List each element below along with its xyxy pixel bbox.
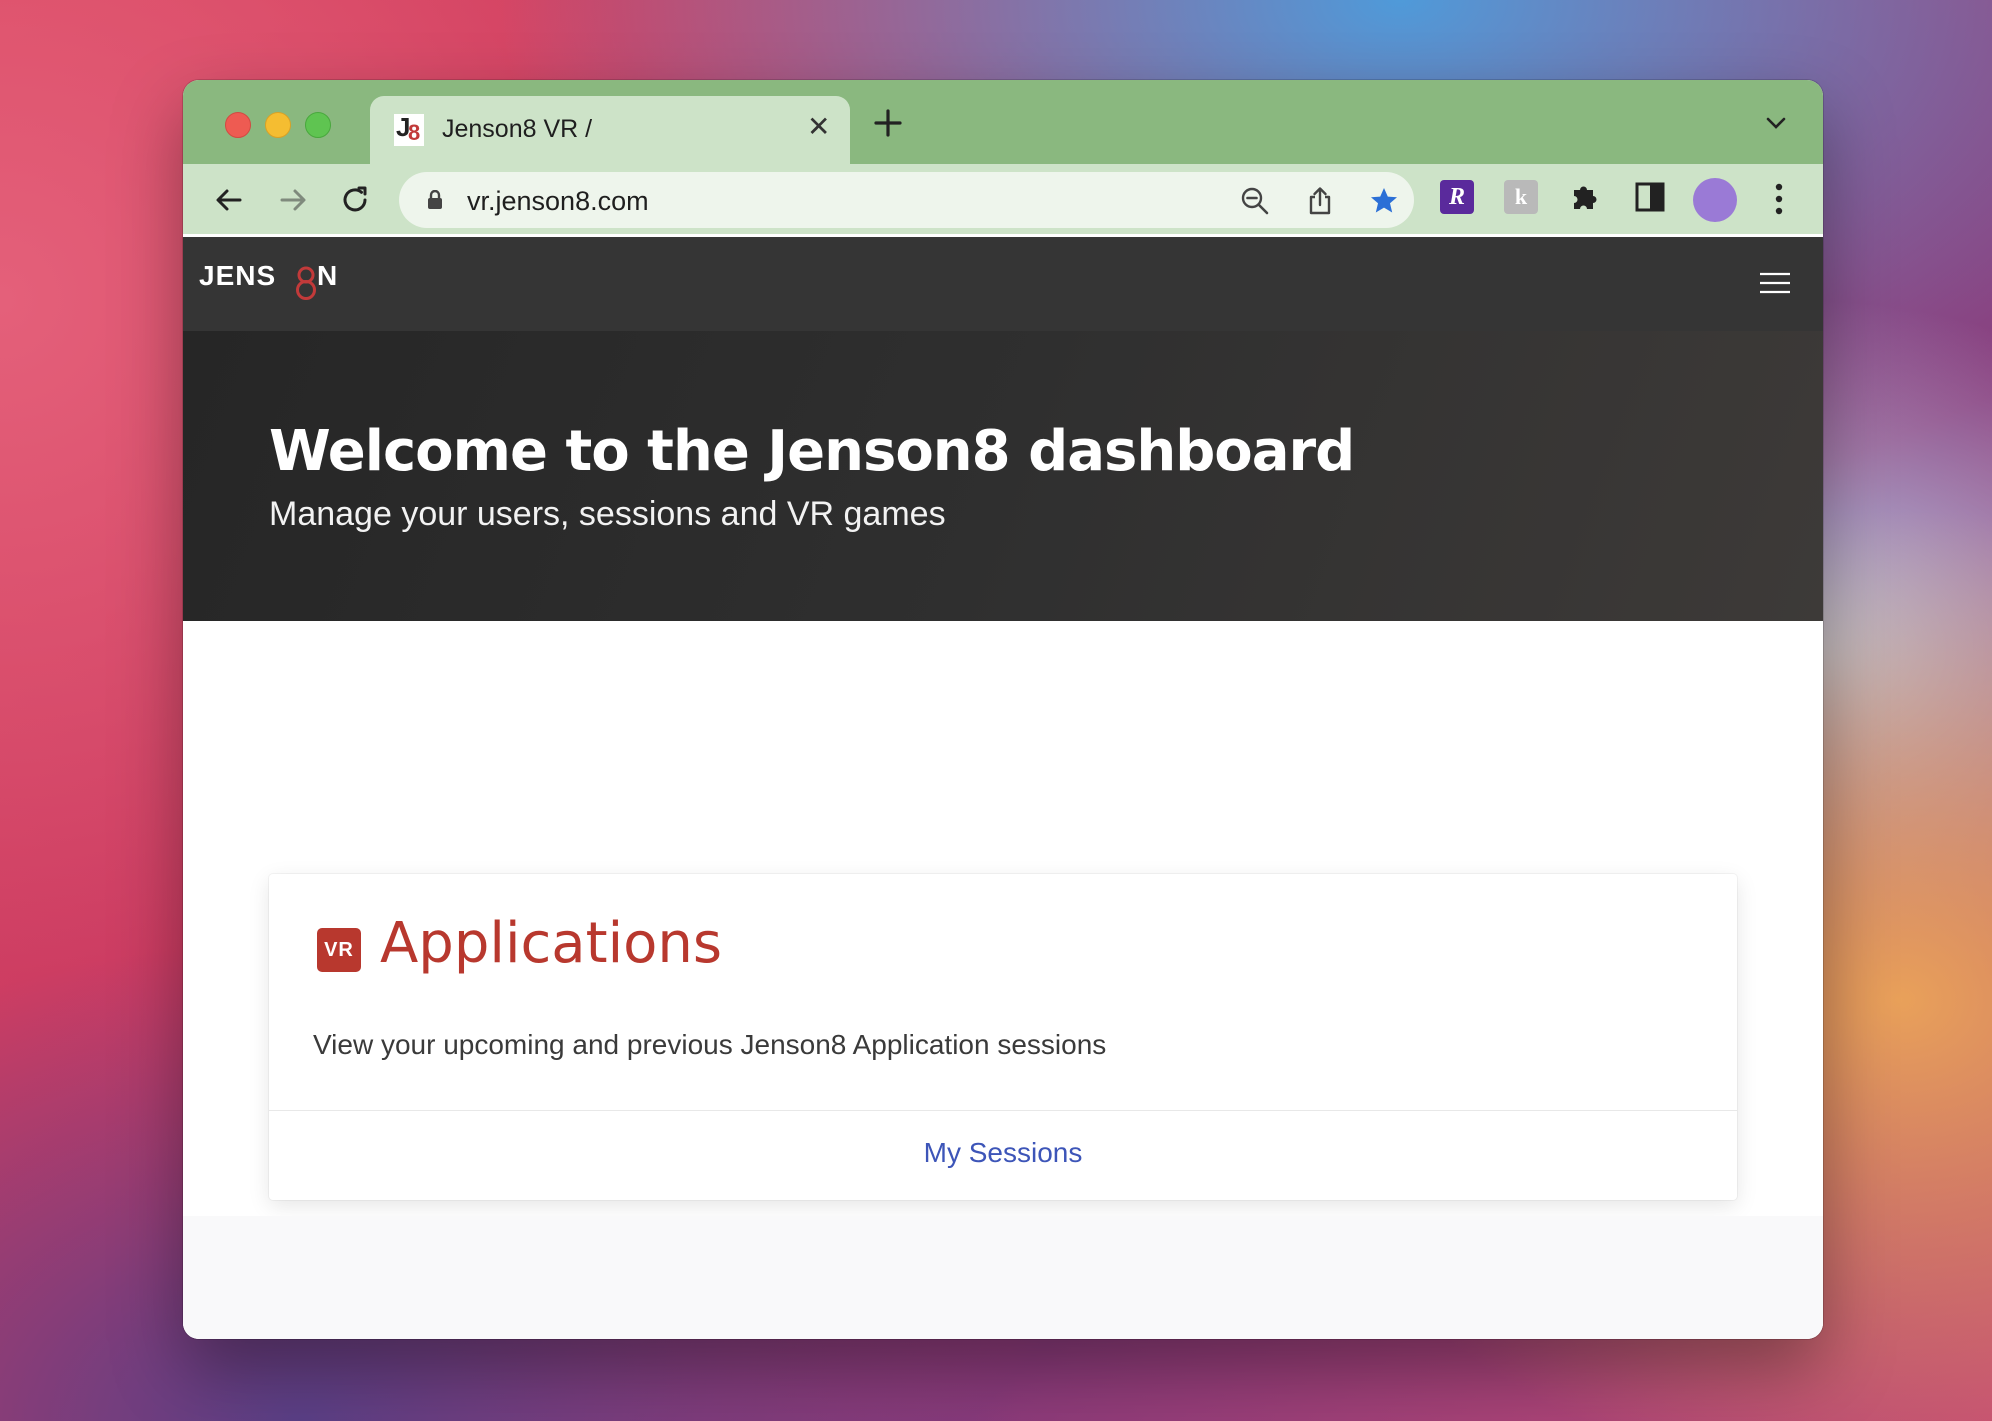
reload-icon[interactable] [339, 184, 371, 216]
extension-k-icon[interactable]: k [1504, 180, 1538, 214]
hamburger-menu-icon[interactable] [1760, 272, 1790, 294]
svg-text:N: N [317, 260, 337, 291]
browser-menu-icon[interactable] [1775, 182, 1783, 216]
jenson8-logo[interactable]: JENS N [199, 257, 349, 303]
tab-active[interactable]: J8 Jenson8 VR / ✕ [370, 96, 850, 164]
extensions-puzzle-icon[interactable] [1568, 180, 1602, 214]
page-footer [183, 1216, 1823, 1339]
back-icon[interactable] [213, 184, 245, 216]
tab-search-chevron-icon[interactable] [1765, 116, 1787, 130]
close-window-button[interactable] [225, 112, 251, 138]
hero-banner: Welcome to the Jenson8 dashboard Manage … [183, 331, 1823, 621]
zoom-out-icon[interactable] [1240, 186, 1270, 216]
page-content: JENS N Welcome to the Jenson8 dashboard … [183, 237, 1823, 1339]
browser-toolbar: vr.jenson8.com R k [183, 164, 1823, 234]
card-divider [269, 1110, 1737, 1111]
side-panel-icon[interactable] [1633, 180, 1667, 214]
hero-title: Welcome to the Jenson8 dashboard [269, 419, 1355, 484]
extension-r-icon[interactable]: R [1440, 180, 1474, 214]
vr-icon: VR [317, 928, 361, 972]
browser-window: J8 Jenson8 VR / ✕ vr.jenson8.com R k JEN… [183, 80, 1823, 1339]
applications-card: VR Applications View your upcoming and p… [269, 874, 1737, 1200]
tab-close-icon[interactable]: ✕ [807, 113, 830, 141]
new-tab-icon[interactable] [873, 108, 903, 138]
card-description: View your upcoming and previous Jenson8 … [313, 1029, 1107, 1060]
minimize-window-button[interactable] [265, 112, 291, 138]
jenson8-favicon-icon: J8 [394, 112, 424, 146]
tab-title: Jenson8 VR / [442, 115, 593, 143]
forward-icon[interactable] [277, 184, 309, 216]
hero-subtitle: Manage your users, sessions and VR games [269, 495, 946, 533]
site-navbar: JENS N [183, 237, 1823, 331]
share-icon[interactable] [1305, 186, 1335, 216]
tab-bar: J8 Jenson8 VR / ✕ [183, 80, 1823, 164]
svg-text:JENS: JENS [199, 260, 276, 291]
maximize-window-button[interactable] [305, 112, 331, 138]
url-text[interactable]: vr.jenson8.com [467, 186, 649, 217]
profile-avatar[interactable] [1693, 178, 1737, 222]
card-title: Applications [380, 911, 723, 976]
my-sessions-link[interactable]: My Sessions [269, 1137, 1737, 1169]
lock-icon[interactable] [427, 190, 443, 210]
bookmark-star-icon[interactable] [1369, 186, 1399, 216]
address-bar[interactable]: vr.jenson8.com [399, 172, 1414, 228]
